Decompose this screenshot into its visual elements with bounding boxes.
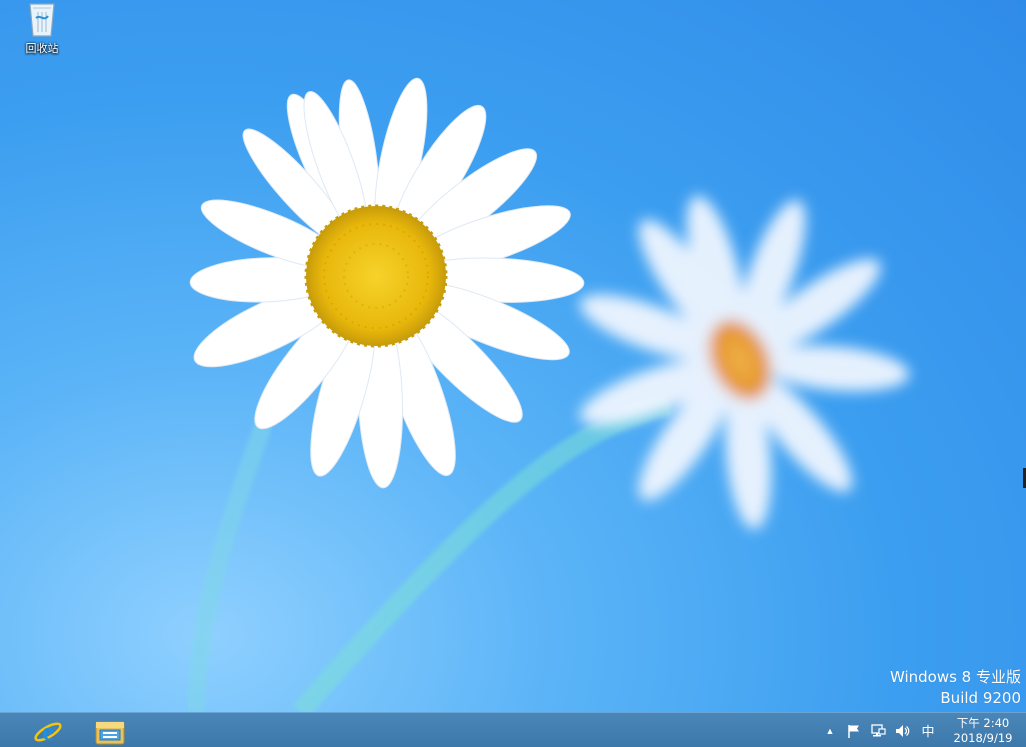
recycle-bin-icon [29, 3, 55, 37]
desktop[interactable]: 回收站 Windows 8 专业版 Build 9200 e ▲ 中 下午 2:… [0, 0, 1026, 747]
triangle-up-icon: ▲ [825, 725, 835, 736]
volume-button[interactable] [891, 720, 913, 742]
recycle-bin-desktop-icon[interactable]: 回收站 [14, 0, 70, 60]
recycle-bin-label: 回收站 [25, 42, 59, 55]
daisy-wallpaper [186, 77, 910, 712]
watermark-build: Build 9200 [940, 689, 1021, 707]
input-method-indicator[interactable]: 中 [915, 720, 941, 742]
flag-icon [848, 724, 859, 738]
folder-icon [95, 721, 125, 744]
clock-time: 下午 2:40 [956, 715, 1010, 730]
windows-version-watermark: Windows 8 专业版 Build 9200 [890, 667, 1021, 709]
svg-text:e: e [42, 717, 54, 746]
network-button[interactable] [867, 720, 889, 742]
taskbar-file-explorer-button[interactable] [80, 713, 140, 747]
speaker-icon [896, 724, 910, 737]
action-center-flag-button[interactable] [843, 720, 865, 742]
watermark-edition: Windows 8 专业版 [889, 668, 1021, 686]
taskbar: e ▲ 中 下午 2:40 2018/9/19 [0, 712, 1026, 747]
taskbar-internet-explorer-button[interactable]: e [18, 713, 78, 747]
show-hidden-icons-button[interactable]: ▲ [819, 720, 841, 742]
system-tray: ▲ 中 下午 2:40 2018/9/19 [818, 713, 1026, 747]
ie-icon: e [34, 717, 62, 746]
clock-date: 2018/9/19 [953, 730, 1013, 745]
taskbar-clock[interactable]: 下午 2:40 2018/9/19 [948, 716, 1018, 746]
network-icon [871, 723, 886, 736]
